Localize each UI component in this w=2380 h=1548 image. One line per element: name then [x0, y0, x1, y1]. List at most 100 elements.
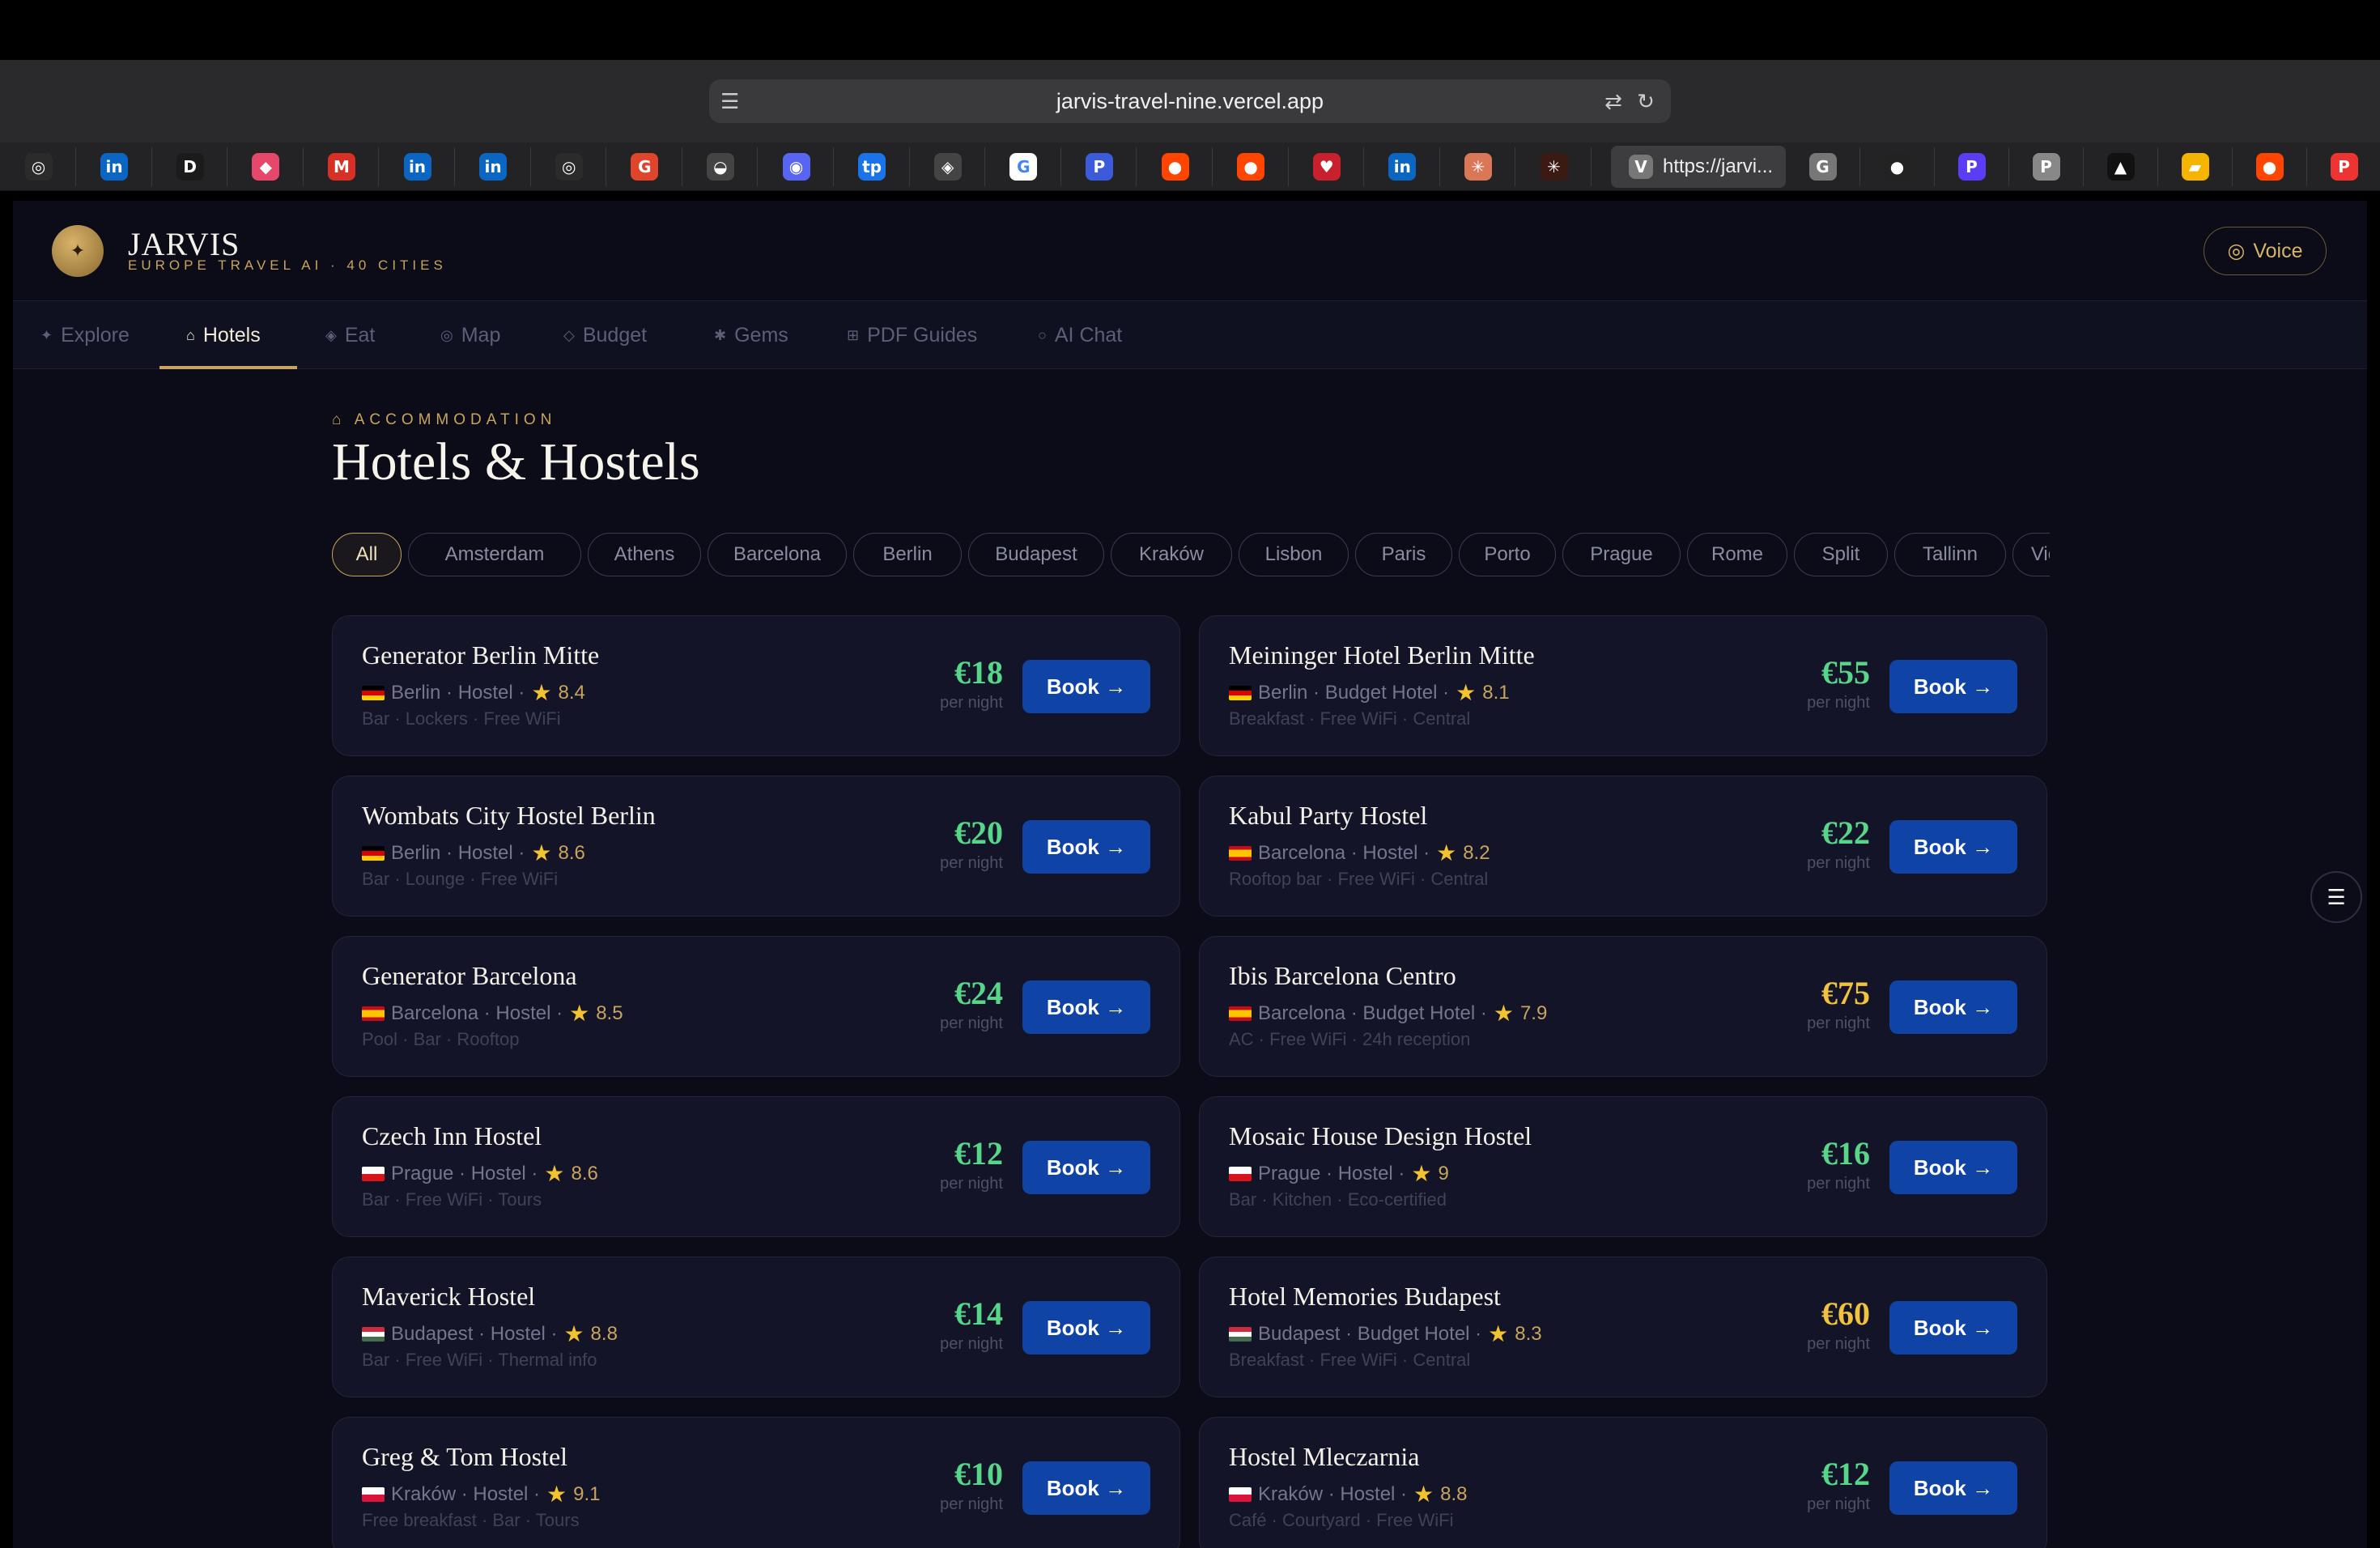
filter-chip-vie[interactable]: Vie	[2012, 533, 2050, 576]
bookmark-item[interactable]: P	[2307, 147, 2380, 186]
address-bar[interactable]: ☰ jarvis-travel-nine.vercel.app ⇄ ↻	[709, 79, 1671, 123]
hotel-location-type: Budapest · Hostel ·	[391, 1322, 558, 1345]
logo-icon[interactable]: ✦	[52, 225, 104, 277]
filter-chip-paris[interactable]: Paris	[1355, 533, 1452, 576]
bookmark-item[interactable]: G	[987, 147, 1061, 186]
tab-ai-chat[interactable]: ○ AI Chat	[1038, 301, 1122, 369]
openai-icon: ◎	[555, 153, 583, 181]
bookmark-item[interactable]: P	[1062, 147, 1137, 186]
menu-widget-icon[interactable]: ☰	[2310, 871, 2362, 923]
bookmark-item[interactable]: ◒	[683, 147, 759, 186]
book-button[interactable]: Book →	[1022, 660, 1150, 713]
hotel-features: Rooftop bar · Free WiFi · Central	[1229, 869, 1489, 889]
bookmark-item[interactable]: ✳	[1517, 147, 1592, 186]
per-night-label: per night	[940, 854, 1003, 872]
hotel-meta: Prague · Hostel · ★ 9	[1229, 1160, 1449, 1187]
tab-pdf-guides[interactable]: ⊞ PDF Guides	[847, 301, 977, 369]
bookmark-item[interactable]: ●	[1138, 147, 1213, 186]
filter-chip-barcelona[interactable]: Barcelona	[708, 533, 847, 576]
reload-icon[interactable]: ↻	[1634, 89, 1658, 113]
bookmark-item[interactable]: M	[304, 147, 380, 186]
bookmark-item[interactable]: P	[2009, 147, 2084, 186]
cube-icon: ◈	[933, 153, 962, 181]
book-button[interactable]: Book →	[1022, 1301, 1150, 1354]
bookmark-item[interactable]: ▰	[2158, 147, 2233, 186]
bookmark-item[interactable]: ●	[1214, 147, 1289, 186]
bookmark-item[interactable]: D	[153, 147, 228, 186]
bookmark-item[interactable]: ◉	[759, 147, 834, 186]
bookmark-item[interactable]: ◎	[532, 147, 607, 186]
bookmark-active-tab[interactable]: Vhttps://jarvi...	[1611, 146, 1786, 188]
url-text[interactable]: jarvis-travel-nine.vercel.app	[709, 79, 1671, 123]
claude-icon: ✳	[1540, 153, 1568, 181]
filter-chip-rome[interactable]: Rome	[1687, 533, 1787, 576]
tab-budget[interactable]: ◇ Budget	[563, 301, 647, 369]
hotel-location-type: Barcelona · Budget Hotel ·	[1258, 1002, 1487, 1024]
book-button[interactable]: Book →	[1889, 1461, 2017, 1515]
bookmark-item[interactable]: ▲	[2084, 147, 2158, 186]
book-button[interactable]: Book →	[1022, 820, 1150, 874]
book-button[interactable]: Book →	[1889, 1141, 2017, 1194]
filter-chip-athens[interactable]: Athens	[588, 533, 701, 576]
reddit-icon: ●	[2255, 153, 2284, 181]
book-button[interactable]: Book →	[1889, 1301, 2017, 1354]
filter-chip-amsterdam[interactable]: Amsterdam	[408, 533, 581, 576]
hotel-price: €18	[954, 654, 1003, 691]
bookmark-item[interactable]: tp	[835, 147, 910, 186]
bookmark-item[interactable]: G	[1786, 147, 1860, 186]
tab-explore[interactable]: ✦ Explore	[40, 301, 130, 369]
bookmark-item[interactable]: in	[457, 147, 531, 186]
filter-chip-all[interactable]: All	[332, 533, 402, 576]
filter-chip-split[interactable]: Split	[1794, 533, 1888, 576]
filter-chip-tallinn[interactable]: Tallinn	[1894, 533, 2006, 576]
hotel-card: Czech Inn Hostel Prague · Hostel · ★ 8.6 Bar…	[332, 1096, 1180, 1237]
tab-gems[interactable]: ✱ Gems	[714, 301, 788, 369]
bookmark-item[interactable]: ◎	[2, 147, 76, 186]
bookmark-item[interactable]: ●	[2233, 147, 2307, 186]
bookmark-item[interactable]: in	[380, 147, 455, 186]
book-button[interactable]: Book →	[1022, 1461, 1150, 1515]
linkedin-icon: in	[479, 153, 508, 181]
filter-chip-prague[interactable]: Prague	[1562, 533, 1681, 576]
bookmark-item[interactable]: G	[608, 147, 682, 186]
voice-button[interactable]: ◎ Voice	[2204, 227, 2327, 275]
book-button[interactable]: Book →	[1022, 980, 1150, 1034]
tab-eat[interactable]: ◈ Eat	[325, 301, 375, 369]
p-gray-icon: P	[2032, 153, 2060, 181]
hotel-meta: Berlin · Hostel · ★ 8.4	[362, 679, 585, 706]
star-icon: ★	[544, 1161, 565, 1186]
filter-chip-porto[interactable]: Porto	[1459, 533, 1556, 576]
translate-icon[interactable]: ⇄	[1601, 89, 1626, 113]
bookmark-item[interactable]: P	[1935, 147, 2009, 186]
filter-chip-berlin[interactable]: Berlin	[853, 533, 962, 576]
book-button[interactable]: Book →	[1889, 980, 2017, 1034]
bookmark-item[interactable]: in	[78, 147, 152, 186]
tab-hotels[interactable]: ⌂ Hotels	[186, 301, 261, 369]
hotel-card: Hostel Mleczarnia Kraków · Hostel · ★ 8.8 Ca…	[1199, 1417, 2047, 1548]
hotel-name: Hotel Memories Budapest	[1229, 1282, 1501, 1311]
reddit-icon: ●	[1161, 153, 1189, 181]
bookmark-item[interactable]: ◆	[229, 147, 304, 186]
book-button[interactable]: Book →	[1022, 1141, 1150, 1194]
hotel-meta: Kraków · Hostel · ★ 9.1	[362, 1481, 601, 1508]
tab-label: AI Chat	[1054, 323, 1123, 347]
tab-map[interactable]: ◎ Map	[440, 301, 500, 369]
hotel-card: Wombats City Hostel Berlin Berlin · Hoste…	[332, 776, 1180, 916]
tp-icon: tp	[858, 153, 886, 181]
filter-chip-budapest[interactable]: Budapest	[968, 533, 1104, 576]
bookmarks-bar: ◎ in D ◆ Min in ◎ G ◒ ◉ tp ◈ G P ● ● ♥ in ✳ ✳ Vhttps://jarvi…	[0, 142, 2380, 191]
hotel-rating: 8.8	[590, 1322, 618, 1345]
hotel-name: Ibis Barcelona Centro	[1229, 961, 1456, 990]
brand-tagline: EUROPE TRAVEL AI · 40 CITIES	[128, 257, 447, 273]
bookmark-item[interactable]: ♥	[1290, 147, 1365, 186]
filter-chip-lisbon[interactable]: Lisbon	[1239, 533, 1349, 576]
tab-icon: ◈	[325, 326, 337, 343]
bookmark-item[interactable]: ◈	[911, 147, 986, 186]
book-button[interactable]: Book →	[1889, 820, 2017, 874]
bookmark-item[interactable]: in	[1366, 147, 1440, 186]
bookmark-item[interactable]: ✳	[1441, 147, 1516, 186]
book-button[interactable]: Book →	[1889, 660, 2017, 713]
hotel-location-type: Budapest · Budget Hotel ·	[1258, 1322, 1482, 1345]
filter-chip-kraków[interactable]: Kraków	[1111, 533, 1232, 576]
bookmark-item[interactable]: ●	[1860, 147, 1935, 186]
